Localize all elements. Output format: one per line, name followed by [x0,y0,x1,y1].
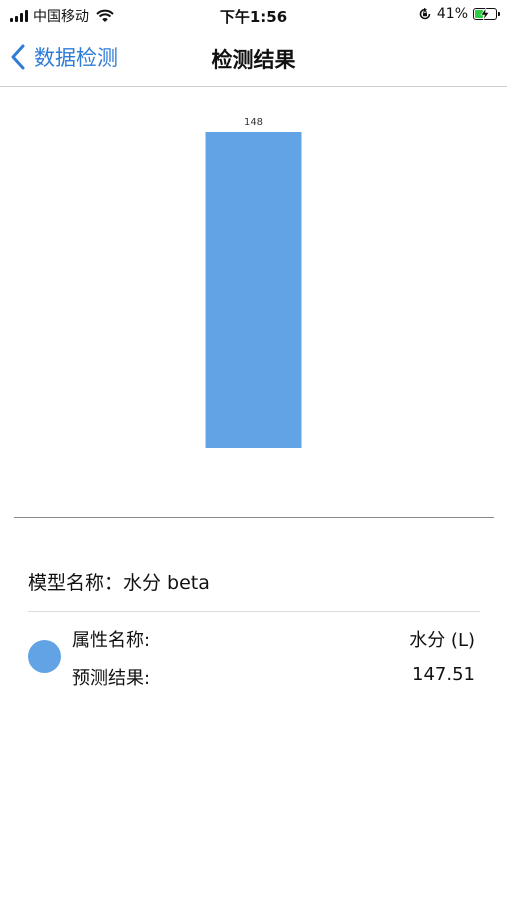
property-label: 属性名称: [72,630,151,651]
battery-cap [498,12,500,16]
result-chart: 148 [0,100,507,470]
chart-divider [14,517,494,518]
result-row: 预测结果: 147.51 [72,664,475,690]
nav-bar: 数据检测 检测结果 [0,30,507,87]
page-title: 检测结果 [211,48,296,72]
rotation-lock-icon [419,7,431,20]
status-right: 41% [418,6,500,22]
bar-chart-svg: 148 [205,117,302,448]
model-row: 模型名称： 水分 beta [28,568,210,595]
status-bar: 中国移动 下午1:56 41% [0,0,507,30]
chart-bar [205,132,302,448]
result-value: 147.51 [412,664,475,685]
model-value: 水分 beta [123,572,210,594]
info-divider [28,611,480,612]
bolt-icon [480,8,490,20]
legend-dot [28,640,61,673]
property-value: 水分 (L) [409,630,475,651]
property-row: 属性名称: 水分 (L) [72,626,475,652]
battery-percent: 41% [436,6,468,22]
bar-value-label: 148 [244,117,263,128]
model-label: 模型名称： [28,572,124,594]
result-label: 预测结果: [72,668,151,689]
battery-charging-icon [473,8,500,20]
